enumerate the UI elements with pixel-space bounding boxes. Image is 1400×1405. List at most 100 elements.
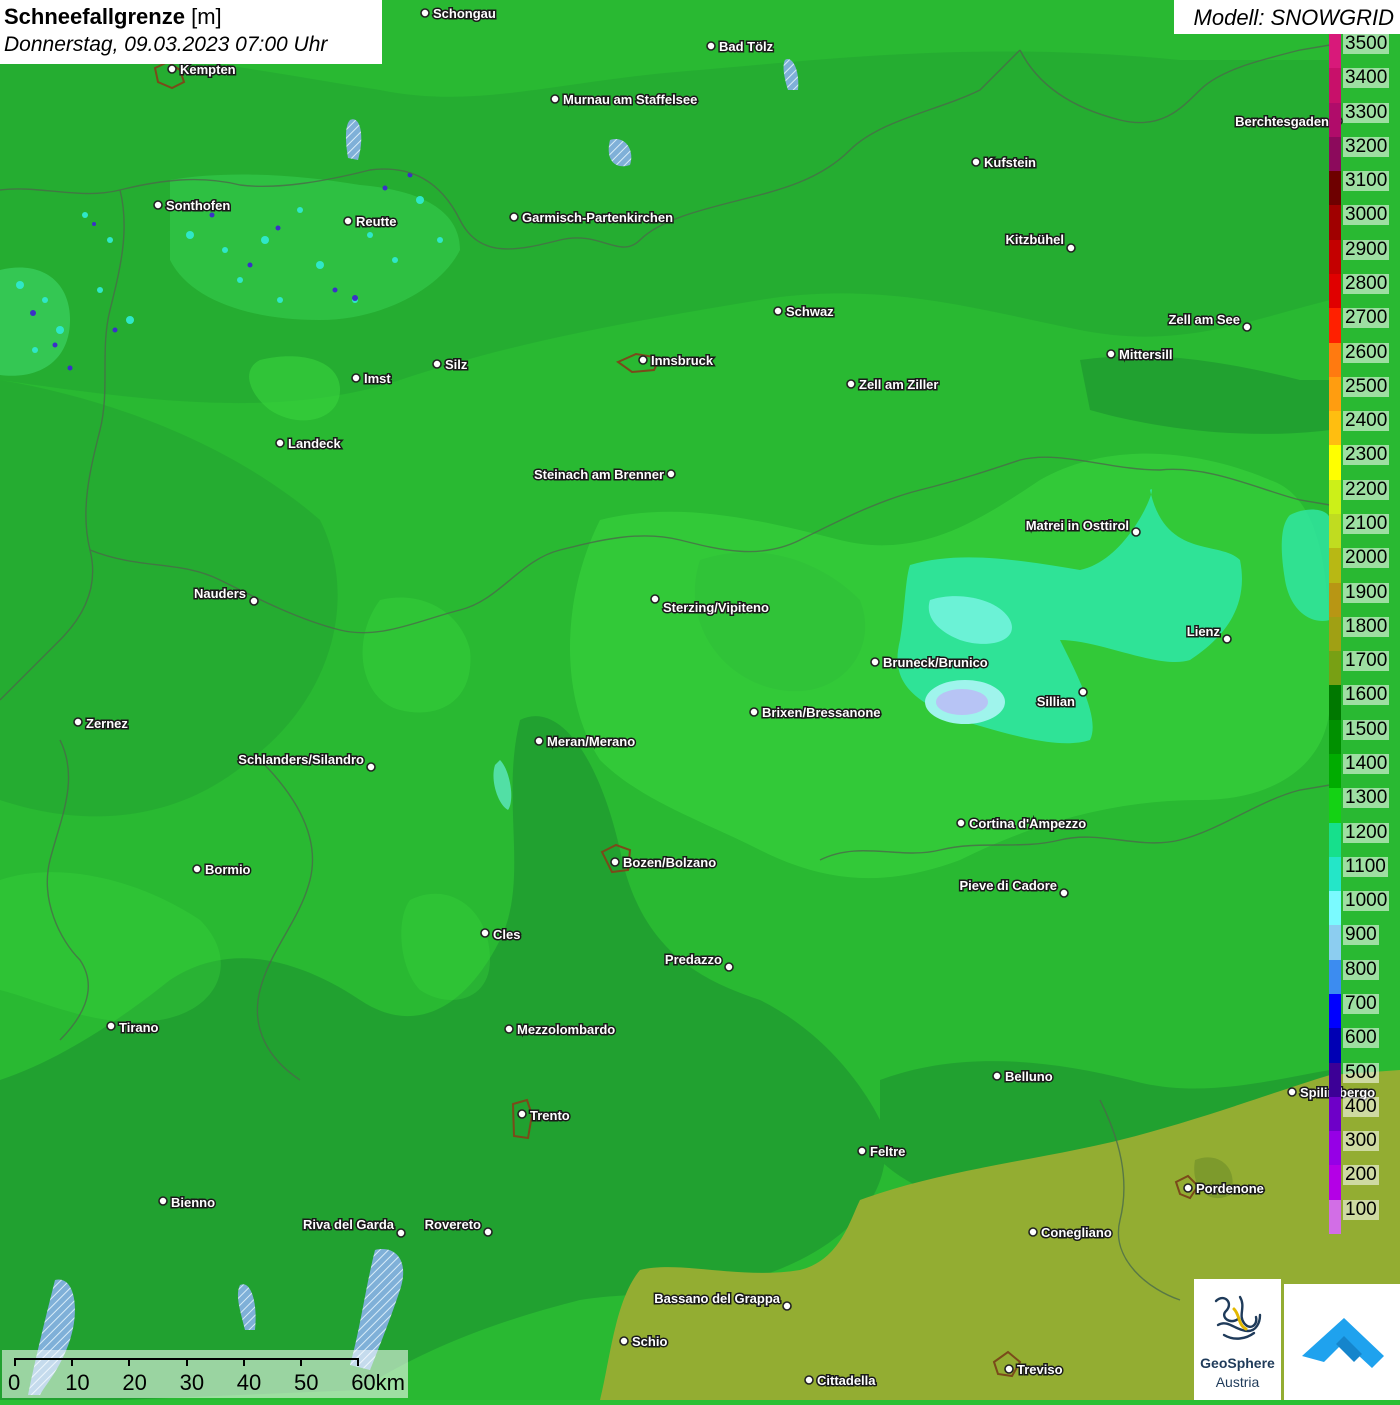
- legend-label: 100: [1343, 1198, 1379, 1220]
- legend-label: 800: [1343, 958, 1379, 980]
- svg-text:Kufstein: Kufstein: [984, 155, 1036, 170]
- svg-text:Riva del Garda: Riva del Garda: [303, 1217, 395, 1232]
- city-garmisch[interactable]: Garmisch-Partenkirchen: [509, 209, 675, 227]
- svg-text:Kitzbühel: Kitzbühel: [1006, 232, 1065, 247]
- color-legend: 3500 3400 3300 3200 3100 3000 2900 2800 2700 2600…: [1329, 34, 1400, 1234]
- svg-text:Cittadella: Cittadella: [817, 1373, 876, 1388]
- scale-label: 40: [236, 1370, 262, 1395]
- scale-tick: [357, 1358, 360, 1366]
- legend-swatch: [1329, 822, 1341, 857]
- scale-label: 50: [294, 1370, 319, 1395]
- scale-tick: [185, 1358, 188, 1366]
- legend-swatch: [1329, 274, 1341, 309]
- legend-label: 1200: [1343, 821, 1390, 843]
- legend-label: 500: [1343, 1061, 1379, 1083]
- logo-subname: Austria: [1215, 1374, 1260, 1390]
- geosphere-emblem-icon: [1214, 1295, 1262, 1340]
- svg-text:Sillian: Sillian: [1037, 694, 1075, 709]
- legend-label: 2300: [1343, 444, 1390, 466]
- legend-swatch: [1329, 171, 1341, 206]
- city-meran[interactable]: Meran/Merano: [534, 733, 637, 751]
- svg-text:Nauders: Nauders: [194, 586, 246, 601]
- legend-swatch: [1329, 1199, 1341, 1234]
- legend-label: 600: [1343, 1027, 1379, 1049]
- svg-text:Kempten: Kempten: [180, 62, 236, 77]
- scale-label: 10: [65, 1370, 90, 1395]
- city-brixen[interactable]: Brixen/Bressanone: [749, 704, 882, 722]
- city-bruneck[interactable]: Bruneck/Brunico: [870, 654, 989, 672]
- snow-mountain-icon: [1302, 1318, 1384, 1368]
- svg-text:Rovereto: Rovereto: [425, 1217, 481, 1232]
- legend-label: 2100: [1343, 513, 1390, 534]
- svg-text:Cles: Cles: [493, 927, 520, 942]
- model-label: Modell: SNOWGRID: [1193, 5, 1394, 30]
- logo-name: GeoSphere: [1200, 1355, 1275, 1371]
- city-innsbruck[interactable]: Innsbruck: [638, 352, 715, 370]
- svg-text:Feltre: Feltre: [870, 1144, 905, 1159]
- legend-swatch: [1329, 685, 1341, 720]
- svg-text:Schio: Schio: [632, 1334, 667, 1349]
- legend-label: 3400: [1343, 67, 1390, 89]
- city-berchtesgaden[interactable]: Berchtesgaden: [1234, 113, 1343, 131]
- legend-swatch: [1329, 891, 1341, 926]
- svg-text:Bassano del Grappa: Bassano del Grappa: [654, 1291, 780, 1306]
- svg-text:Bruneck/Brunico: Bruneck/Brunico: [883, 655, 988, 670]
- svg-text:Garmisch-Partenkirchen: Garmisch-Partenkirchen: [522, 210, 673, 225]
- legend-swatch: [1329, 102, 1341, 137]
- snowgrid-logo: [1284, 1284, 1400, 1400]
- svg-text:Predazzo: Predazzo: [665, 952, 722, 967]
- legend-swatch: [1329, 856, 1341, 892]
- legend-swatch: [1329, 1062, 1341, 1097]
- scale-tick: [300, 1358, 302, 1366]
- legend-swatch: [1329, 136, 1341, 172]
- legend-swatch: [1329, 719, 1341, 754]
- svg-text:Silz: Silz: [445, 357, 468, 372]
- legend-swatch: [1329, 342, 1341, 377]
- svg-text:Schongau: Schongau: [433, 6, 496, 21]
- svg-text:Imst: Imst: [364, 371, 391, 386]
- svg-text:Reutte: Reutte: [356, 214, 396, 229]
- scale-label: 20: [122, 1370, 147, 1395]
- legend-label: 2500: [1343, 375, 1390, 397]
- map-title: Schneefallgrenze [m]: [4, 4, 222, 29]
- city-bozen[interactable]: Bozen/Bolzano: [610, 854, 718, 872]
- snowfall-line-map: Schongau Bad Tölz Kempten Murnau am Staf…: [0, 0, 1400, 1400]
- legend-swatch: [1329, 1096, 1341, 1132]
- city-pordenone[interactable]: Pordenone: [1183, 1180, 1265, 1198]
- legend-label: 200: [1343, 1164, 1379, 1186]
- legend-swatch: [1329, 548, 1341, 583]
- svg-text:Zernez: Zernez: [86, 716, 128, 731]
- city-sonthofen[interactable]: Sonthofen: [153, 197, 232, 215]
- svg-text:Belluno: Belluno: [1005, 1069, 1053, 1084]
- city-conegliano[interactable]: Conegliano: [1028, 1224, 1113, 1242]
- svg-text:Conegliano: Conegliano: [1041, 1225, 1112, 1240]
- title-unit: [m]: [191, 4, 222, 29]
- svg-text:Schwaz: Schwaz: [786, 304, 834, 319]
- svg-text:Bienno: Bienno: [171, 1195, 215, 1210]
- svg-text:Lienz: Lienz: [1187, 624, 1221, 639]
- model-box: Modell: SNOWGRID: [1174, 0, 1400, 34]
- svg-text:Pieve di Cadore: Pieve di Cadore: [959, 878, 1057, 893]
- city-zell-am-ziller[interactable]: Zell am Ziller: [846, 376, 940, 394]
- legend-swatch: [1329, 582, 1341, 617]
- svg-text:Bozen/Bolzano: Bozen/Bolzano: [623, 855, 716, 870]
- legend-swatch: [1329, 376, 1341, 412]
- legend-swatch: [1329, 479, 1341, 514]
- city-mezzolombardo[interactable]: Mezzolombardo: [504, 1021, 617, 1039]
- city-schongau[interactable]: Schongau: [420, 5, 497, 23]
- legend-swatch: [1329, 68, 1341, 103]
- legend-label: 2800: [1343, 273, 1390, 294]
- legend-label: 2200: [1343, 478, 1390, 500]
- city-murnau[interactable]: Murnau am Staffelsee: [550, 91, 699, 109]
- city-cortina[interactable]: Cortina d'Ampezzo: [956, 815, 1088, 833]
- scale-tick: [242, 1358, 245, 1366]
- city-steinach[interactable]: Steinach am Brenner: [532, 466, 676, 484]
- svg-text:Sterzing/Vipiteno: Sterzing/Vipiteno: [663, 600, 769, 615]
- legend-label: 1700: [1343, 650, 1390, 672]
- legend-label: 3200: [1343, 135, 1390, 157]
- scale-bar: 0 10 20 30 40 50 60km: [2, 1350, 408, 1398]
- legend-swatch: [1329, 308, 1341, 343]
- legend-label: 1400: [1343, 753, 1390, 774]
- svg-text:Tirano: Tirano: [119, 1020, 159, 1035]
- legend-swatch: [1329, 34, 1341, 69]
